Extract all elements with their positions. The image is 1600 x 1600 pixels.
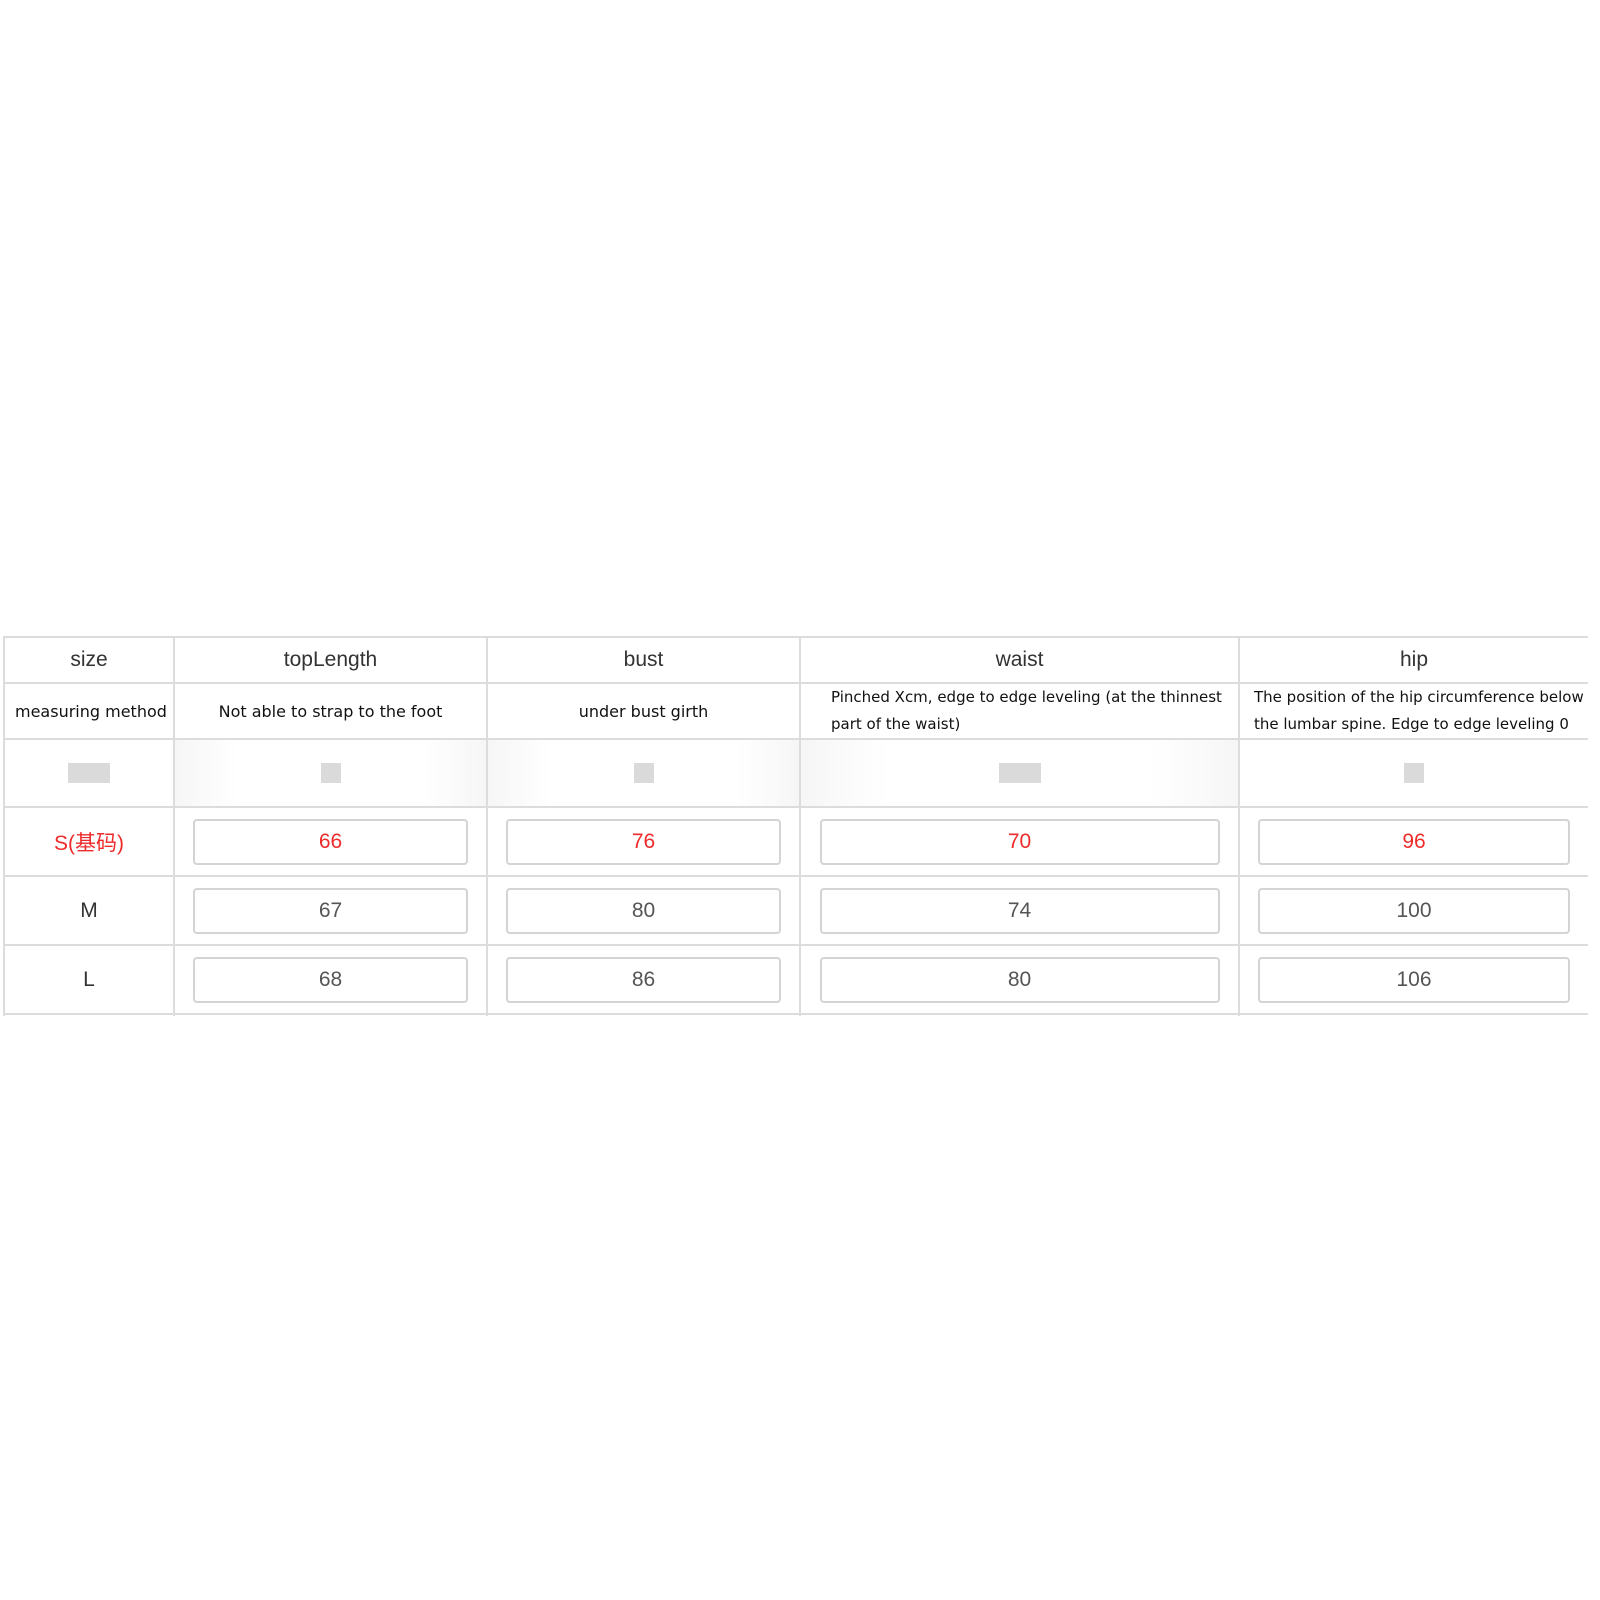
header-waist: waist [799, 636, 1240, 684]
cut-off-cell [1238, 1013, 1588, 1016]
value-cell: 76 [486, 806, 801, 877]
bust-field[interactable]: 80 [506, 887, 781, 934]
value-cell: 74 [799, 875, 1240, 946]
cut-off-row [3, 1013, 1588, 1016]
value-cell: 80 [486, 875, 801, 946]
bust-field[interactable]: 76 [506, 818, 781, 865]
value-cell: 80 [799, 944, 1240, 1015]
waist-field[interactable]: 70 [819, 818, 1220, 865]
top-length-field[interactable]: 66 [193, 818, 468, 865]
header-hip: hip [1238, 636, 1588, 684]
blurred-row [3, 738, 1588, 808]
blurred-cell [486, 738, 801, 808]
method-waist: Pinched Xcm, edge to edge leveling (at t… [799, 682, 1240, 740]
cut-off-cell [3, 1013, 175, 1016]
header-top-length: topLength [173, 636, 488, 684]
method-label: measuring method [3, 682, 175, 740]
size-label: S(基码) [3, 806, 175, 877]
cut-off-cell [173, 1013, 488, 1016]
header-row: size topLength bust waist hip [3, 636, 1588, 684]
top-length-field[interactable]: 68 [193, 956, 468, 1003]
blurred-cell [3, 738, 175, 808]
value-cell: 68 [173, 944, 488, 1015]
size-chart: size topLength bust waist hip measuring … [3, 636, 1588, 1016]
waist-field[interactable]: 74 [819, 887, 1220, 934]
value-cell: 100 [1238, 875, 1588, 946]
method-hip: The position of the hip circumference be… [1238, 682, 1588, 740]
bust-field[interactable]: 86 [506, 956, 781, 1003]
value-cell: 106 [1238, 944, 1588, 1015]
hip-field[interactable]: 96 [1258, 818, 1570, 865]
size-label: M [3, 875, 175, 946]
size-label: L [3, 944, 175, 1015]
blurred-cell [1238, 738, 1588, 808]
waist-field[interactable]: 80 [819, 956, 1220, 1003]
value-cell: 96 [1238, 806, 1588, 877]
cut-off-cell [799, 1013, 1240, 1016]
method-bust: under bust girth [486, 682, 801, 740]
blurred-cell [173, 738, 488, 808]
value-cell: 86 [486, 944, 801, 1015]
size-table: size topLength bust waist hip measuring … [3, 636, 1588, 1016]
size-row-m: M 67 80 74 100 [3, 875, 1588, 946]
header-bust: bust [486, 636, 801, 684]
value-cell: 66 [173, 806, 488, 877]
hip-field[interactable]: 106 [1258, 956, 1570, 1003]
header-size: size [3, 636, 175, 684]
method-top-length: Not able to strap to the foot [173, 682, 488, 740]
method-row: measuring method Not able to strap to th… [3, 682, 1588, 740]
value-cell: 70 [799, 806, 1240, 877]
size-row-s: S(基码) 66 76 70 96 [3, 806, 1588, 877]
value-cell: 67 [173, 875, 488, 946]
hip-field[interactable]: 100 [1258, 887, 1570, 934]
cut-off-cell [486, 1013, 801, 1016]
blurred-cell [799, 738, 1240, 808]
top-length-field[interactable]: 67 [193, 887, 468, 934]
size-row-l: L 68 86 80 106 [3, 944, 1588, 1015]
